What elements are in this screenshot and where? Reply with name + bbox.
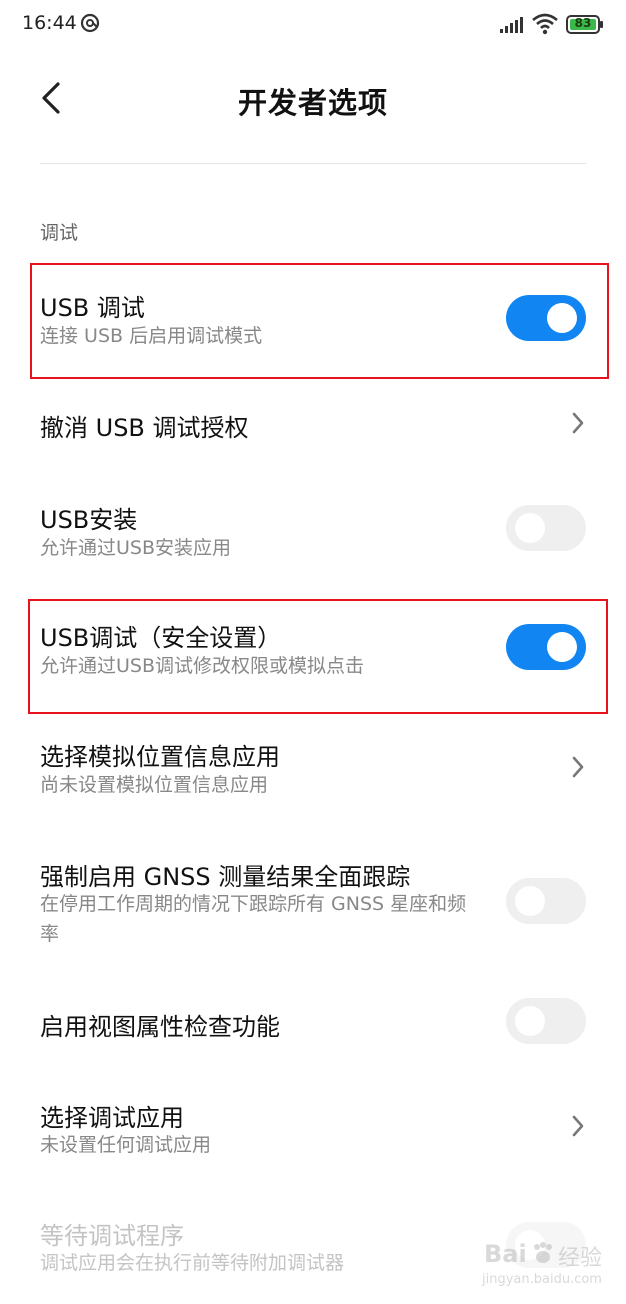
battery-icon: 83 bbox=[566, 15, 604, 34]
section-label: 调试 bbox=[40, 222, 79, 244]
watermark-url: jingyan.baidu.com bbox=[482, 1272, 602, 1287]
chevron-right-icon bbox=[572, 412, 584, 434]
mock-location-app-subtitle: 尚未设置模拟位置信息应用 bbox=[40, 774, 269, 796]
mock-location-app-title[interactable]: 选择模拟位置信息应用 bbox=[40, 737, 280, 772]
debug-app-title[interactable]: 选择调试应用 bbox=[40, 1098, 184, 1133]
divider bbox=[40, 163, 586, 164]
status-time: 16:44 bbox=[22, 12, 77, 34]
baidu-watermark: Bai 经验 jingyan.baidu.com bbox=[478, 1238, 618, 1296]
wait-for-debugger-subtitle: 调试应用会在执行前等待附加调试器 bbox=[40, 1252, 345, 1274]
toggle-knob bbox=[547, 303, 577, 333]
toggle-knob bbox=[515, 886, 545, 916]
battery-level: 83 bbox=[574, 16, 592, 30]
usb-debugging-subtitle: 连接 USB 后启用调试模式 bbox=[40, 325, 263, 347]
at-icon bbox=[80, 13, 100, 33]
page-title: 开发者选项 bbox=[237, 86, 388, 120]
usb-install-subtitle: 允许通过USB安装应用 bbox=[40, 537, 232, 559]
toggle-knob bbox=[547, 632, 577, 662]
wait-for-debugger-title: 等待调试程序 bbox=[40, 1222, 184, 1250]
toggle-knob bbox=[515, 1006, 545, 1036]
signal-icon bbox=[500, 17, 523, 33]
view-attribute-inspection-toggle[interactable] bbox=[506, 998, 586, 1044]
usb-debugging-security-title[interactable]: USB调试（安全设置） bbox=[40, 618, 281, 653]
usb-debugging-security-subtitle: 允许通过USB调试修改权限或模拟点击 bbox=[40, 655, 365, 677]
wifi-icon bbox=[532, 13, 558, 35]
usb-debugging-security-toggle[interactable] bbox=[506, 624, 586, 670]
chevron-right-icon bbox=[572, 756, 584, 778]
gnss-tracking-toggle[interactable] bbox=[506, 878, 586, 924]
usb-debugging-toggle[interactable] bbox=[506, 295, 586, 341]
revoke-usb-auth-title[interactable]: 撤消 USB 调试授权 bbox=[40, 408, 249, 443]
gnss-tracking-title[interactable]: 强制启用 GNSS 测量结果全面跟踪 bbox=[40, 857, 410, 892]
toggle-knob bbox=[515, 513, 545, 543]
watermark-text-1: Bai bbox=[484, 1240, 527, 1268]
paw-icon bbox=[534, 1242, 552, 1263]
gnss-tracking-subtitle: 在停用工作周期的情况下跟踪所有 GNSS 星座和频率 bbox=[40, 893, 467, 945]
usb-debugging-title[interactable]: USB 调试 bbox=[40, 288, 145, 323]
watermark-text-2: 经验 bbox=[558, 1246, 603, 1271]
debug-app-subtitle: 未设置任何调试应用 bbox=[40, 1134, 212, 1156]
usb-install-title[interactable]: USB安装 bbox=[40, 500, 137, 535]
chevron-right-icon bbox=[572, 1115, 584, 1137]
usb-install-toggle[interactable] bbox=[506, 505, 586, 551]
view-attribute-inspection-title[interactable]: 启用视图属性检查功能 bbox=[40, 1007, 280, 1042]
